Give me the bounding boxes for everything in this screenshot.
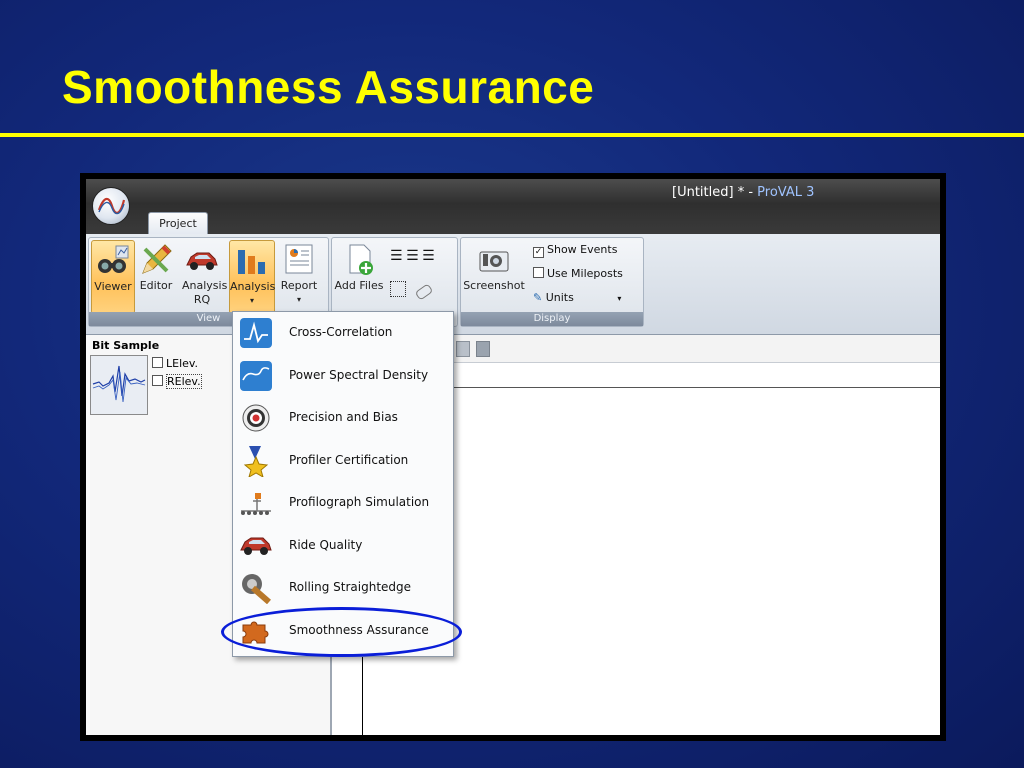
report-button[interactable]: Report ▾ <box>277 240 321 312</box>
cross-correlation-icon <box>240 318 272 348</box>
menu-item-power-spectral-density[interactable]: Power Spectral Density <box>235 356 451 396</box>
proval-window: [Untitled] * - ProVAL 3 Project Viewer E… <box>86 179 940 735</box>
screenshot-label: Screenshot <box>463 279 525 292</box>
report-label: Report <box>280 279 318 292</box>
lelev-checkbox[interactable]: LElev. <box>152 357 198 370</box>
profilograph-icon <box>241 493 271 515</box>
select-rectangle-icon[interactable] <box>390 281 406 297</box>
menu-label: Cross-Correlation <box>289 325 393 339</box>
menu-label: Profilograph Simulation <box>289 495 430 509</box>
slide-title: Smoothness Assurance <box>62 61 595 113</box>
window-title-prefix: [Untitled] * - <box>672 185 758 200</box>
analysis-label: Analysis <box>230 280 276 293</box>
show-events-checkbox[interactable]: ✓ Show Events <box>533 243 617 258</box>
profile-thumbnail[interactable] <box>90 355 148 415</box>
display-group: Screenshot ✓ Show Events Use Mileposts ✎ … <box>460 237 644 327</box>
align-left-icon[interactable]: ☰ <box>390 248 403 264</box>
window-title: [Untitled] * - ProVAL 3 <box>672 185 814 200</box>
screenshot-button[interactable]: Screenshot <box>463 240 525 312</box>
menu-item-profiler-certification[interactable]: Profiler Certification <box>235 441 451 481</box>
eraser-icon[interactable] <box>414 283 433 301</box>
show-events-label: Show Events <box>547 243 618 256</box>
use-mileposts-checkbox[interactable]: Use Mileposts <box>533 267 623 280</box>
menu-label: Ride Quality <box>289 538 363 552</box>
car-icon <box>186 252 218 270</box>
analysis-rq-button[interactable]: Analysis RQ <box>179 240 228 312</box>
units-icon: ✎ <box>533 291 543 304</box>
viewer-button[interactable]: Viewer <box>91 240 135 314</box>
editor-icon <box>142 244 172 274</box>
menu-label: Profiler Certification <box>289 453 409 467</box>
add-files-button[interactable]: Add Files <box>334 240 384 312</box>
highlight-ellipse <box>221 607 462 657</box>
proval-logo-icon <box>97 197 126 215</box>
menu-label: Precision and Bias <box>289 410 398 424</box>
align-right-icon[interactable]: ☰ <box>422 248 435 264</box>
analysis-button[interactable]: Analysis ▾ <box>229 240 275 314</box>
editor-label: Editor <box>139 279 173 292</box>
editor-button[interactable]: Editor <box>136 240 176 312</box>
menu-item-precision-and-bias[interactable]: Precision and Bias <box>235 398 451 438</box>
chevron-down-icon: ▾ <box>249 296 254 305</box>
tab-project[interactable]: Project <box>148 212 208 235</box>
app-menu-button[interactable] <box>92 187 130 225</box>
checkbox[interactable] <box>152 357 163 368</box>
report-icon <box>285 244 313 274</box>
lelev-label: LElev. <box>166 357 199 370</box>
menu-item-ride-quality[interactable]: Ride Quality <box>235 526 451 566</box>
title-underline <box>0 133 1024 137</box>
medal-icon <box>243 446 269 477</box>
panel-title: Bit Sample <box>92 339 160 352</box>
relev-label: RElev. <box>166 374 202 389</box>
menu-label: Power Spectral Density <box>289 368 429 382</box>
units-label: Units <box>545 291 574 304</box>
add-file-icon <box>349 244 373 275</box>
car-icon <box>240 537 272 555</box>
menu-item-cross-correlation[interactable]: Cross-Correlation <box>235 313 451 353</box>
ribbon: Viewer Editor Analysis RQ Analysis ▾ Rep… <box>86 234 940 335</box>
profile-chart-icon <box>92 365 146 403</box>
selection-tools <box>390 281 433 301</box>
align-center-icon[interactable]: ☰ <box>406 248 419 264</box>
analysis-dropdown-menu: Cross-Correlation Power Spectral Density… <box>232 311 454 657</box>
display-group-label: Display <box>461 312 643 326</box>
chevron-down-icon: ▾ <box>617 294 622 303</box>
app-name: ProVAL 3 <box>757 185 815 200</box>
straightedge-icon <box>242 574 271 604</box>
analysis-rq-label: Analysis RQ <box>182 279 228 306</box>
use-mileposts-label: Use Mileposts <box>547 267 623 280</box>
bar-chart-icon <box>238 250 265 274</box>
title-bar: [Untitled] * - ProVAL 3 Project <box>86 179 940 235</box>
menu-label: Rolling Straightedge <box>289 580 412 594</box>
viewer-icon <box>98 245 129 273</box>
paste-icon[interactable] <box>476 341 490 357</box>
psd-icon <box>240 361 272 391</box>
checkbox-checked[interactable]: ✓ <box>533 247 544 258</box>
relev-checkbox[interactable]: RElev. <box>152 374 202 389</box>
chevron-down-icon: ▾ <box>296 295 301 304</box>
camera-icon <box>479 251 509 272</box>
add-files-label: Add Files <box>334 279 384 292</box>
menu-item-profilograph-simulation[interactable]: Profilograph Simulation <box>235 483 451 523</box>
units-dropdown[interactable]: ✎ Units ▾ <box>533 291 621 304</box>
target-icon <box>242 404 270 432</box>
checkbox[interactable] <box>533 267 544 278</box>
menu-item-rolling-straightedge[interactable]: Rolling Straightedge <box>235 568 451 608</box>
copy-icon[interactable] <box>456 341 470 357</box>
viewer-label: Viewer <box>94 280 132 293</box>
checkbox[interactable] <box>152 375 163 386</box>
align-buttons: ☰ ☰ ☰ <box>390 248 435 264</box>
